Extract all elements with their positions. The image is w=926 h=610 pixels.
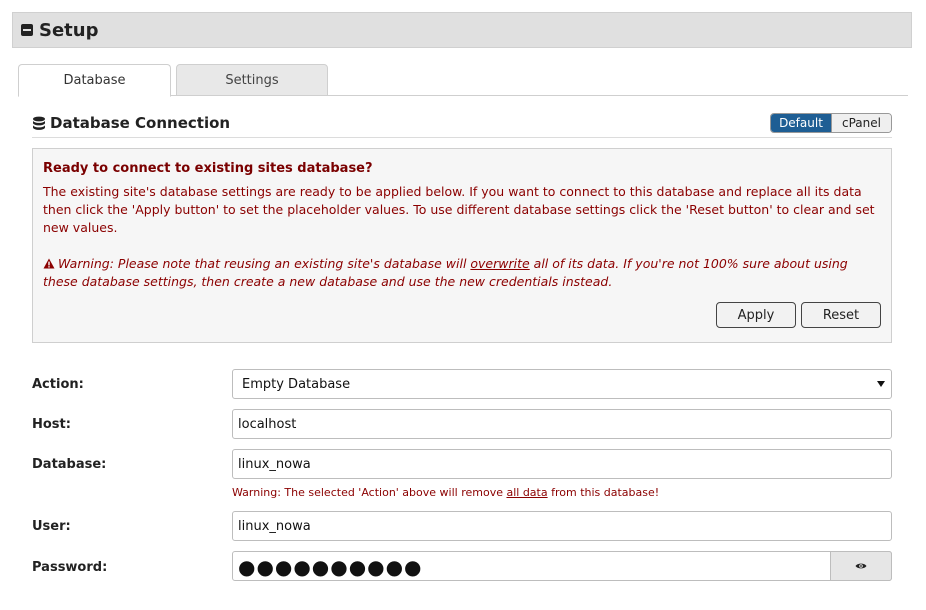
mode-toggle-group: Default cPanel xyxy=(770,113,892,133)
notice-warning-overwrite: overwrite xyxy=(470,256,530,271)
database-warning-text-before: Warning: The selected 'Action' above wil… xyxy=(232,486,507,499)
password-label: Password: xyxy=(32,560,108,575)
host-input[interactable]: localhost xyxy=(232,409,892,439)
tab-settings[interactable]: Settings xyxy=(176,64,328,96)
host-label: Host: xyxy=(32,417,71,432)
action-select[interactable]: Empty Database xyxy=(232,369,892,399)
existing-database-notice: Ready to connect to existing sites datab… xyxy=(32,148,892,343)
password-masked-value: ●●●●●●●●●● xyxy=(238,555,423,579)
database-warning-text-after: from this database! xyxy=(547,486,660,499)
database-connection-header: Database Connection Default cPanel xyxy=(32,112,892,138)
caret-down-icon xyxy=(877,381,885,387)
reset-button[interactable]: Reset xyxy=(801,302,881,328)
eye-icon xyxy=(855,563,867,569)
database-label: Database: xyxy=(32,457,107,472)
notice-text: The existing site's database settings ar… xyxy=(43,184,875,235)
notice-warning-text-before: Warning: Please note that reusing an exi… xyxy=(58,256,471,271)
setup-title: Setup xyxy=(39,19,99,41)
user-input[interactable]: linux_nowa xyxy=(232,511,892,541)
database-action-warning: Warning: The selected 'Action' above wil… xyxy=(232,486,659,499)
action-label: Action: xyxy=(32,377,84,392)
database-warning-all-data: all data xyxy=(506,486,548,499)
notice-warning: Warning: Please note that reusing an exi… xyxy=(43,255,881,291)
minus-square-icon[interactable] xyxy=(21,24,33,36)
user-label: User: xyxy=(32,519,71,534)
database-icon xyxy=(33,116,45,130)
mode-default-button[interactable]: Default xyxy=(771,114,831,132)
action-select-value: Empty Database xyxy=(242,376,351,392)
database-input[interactable]: linux_nowa xyxy=(232,449,892,479)
tab-database[interactable]: Database xyxy=(18,64,171,97)
setup-header[interactable]: Setup xyxy=(12,12,912,48)
mode-cpanel-button[interactable]: cPanel xyxy=(831,114,891,132)
apply-button[interactable]: Apply xyxy=(716,302,796,328)
password-input[interactable]: ●●●●●●●●●● xyxy=(232,551,892,581)
password-visibility-toggle[interactable] xyxy=(830,551,892,581)
notice-title: Ready to connect to existing sites datab… xyxy=(43,161,373,176)
section-title: Database Connection xyxy=(50,114,231,132)
warning-triangle-icon xyxy=(43,258,55,269)
tab-bar: Database Settings xyxy=(18,64,908,97)
